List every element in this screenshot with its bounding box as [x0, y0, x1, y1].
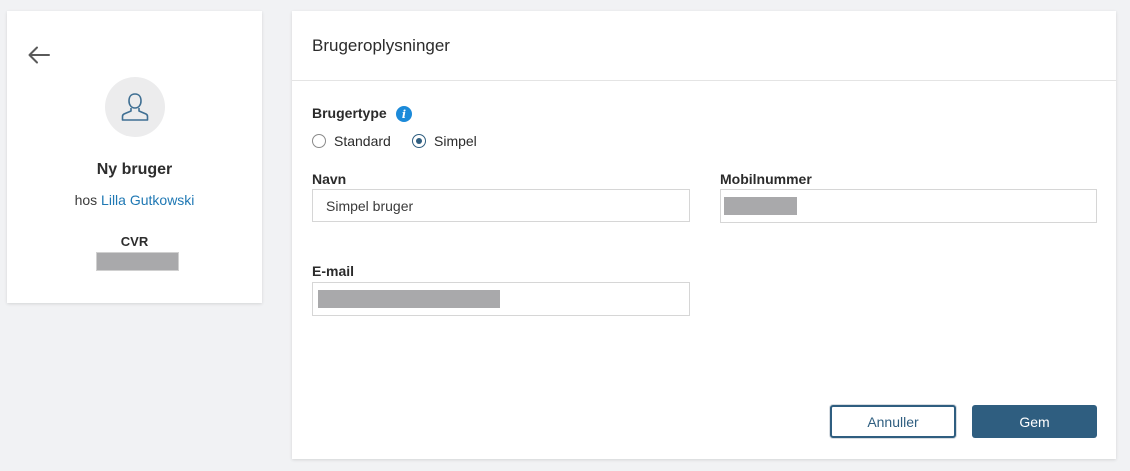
avatar	[105, 77, 165, 137]
org-link[interactable]: Lilla Gutkowski	[101, 192, 194, 208]
name-input[interactable]	[312, 189, 690, 222]
radio-simpel[interactable]: Simpel	[412, 133, 477, 149]
radio-simpel-circle[interactable]	[412, 134, 426, 148]
radio-standard[interactable]: Standard	[312, 133, 391, 149]
cvr-value-redacted	[96, 252, 179, 271]
info-icon[interactable]: i	[396, 106, 412, 122]
save-button[interactable]: Gem	[972, 405, 1097, 438]
user-summary-card: Ny bruger hos Lilla Gutkowski CVR	[7, 11, 262, 303]
mobile-label: Mobilnummer	[720, 171, 812, 187]
mobile-input[interactable]	[720, 189, 1097, 223]
radio-standard-label: Standard	[334, 133, 391, 149]
email-label: E-mail	[312, 263, 355, 279]
mobile-value-redacted	[724, 197, 797, 215]
user-type-label: Brugertype	[312, 105, 387, 121]
org-prefix: hos	[74, 192, 98, 208]
user-info-card: Brugeroplysninger Brugertype i Standard …	[292, 11, 1116, 459]
user-name: Ny bruger	[96, 161, 173, 178]
email-input[interactable]	[312, 282, 690, 316]
cvr-label: CVR	[120, 234, 149, 249]
page-title: Brugeroplysninger	[312, 36, 450, 55]
radio-standard-circle[interactable]	[312, 134, 326, 148]
back-button[interactable]	[27, 45, 51, 65]
arrow-left-icon	[28, 46, 50, 64]
cancel-button[interactable]: Annuller	[830, 405, 956, 438]
card-header: Brugeroplysninger	[292, 11, 1116, 81]
user-organization: hos Lilla Gutkowski	[7, 192, 262, 208]
radio-simpel-label: Simpel	[434, 133, 477, 149]
email-value-redacted	[318, 290, 500, 308]
user-outline-icon	[121, 93, 149, 121]
name-label: Navn	[312, 171, 347, 187]
